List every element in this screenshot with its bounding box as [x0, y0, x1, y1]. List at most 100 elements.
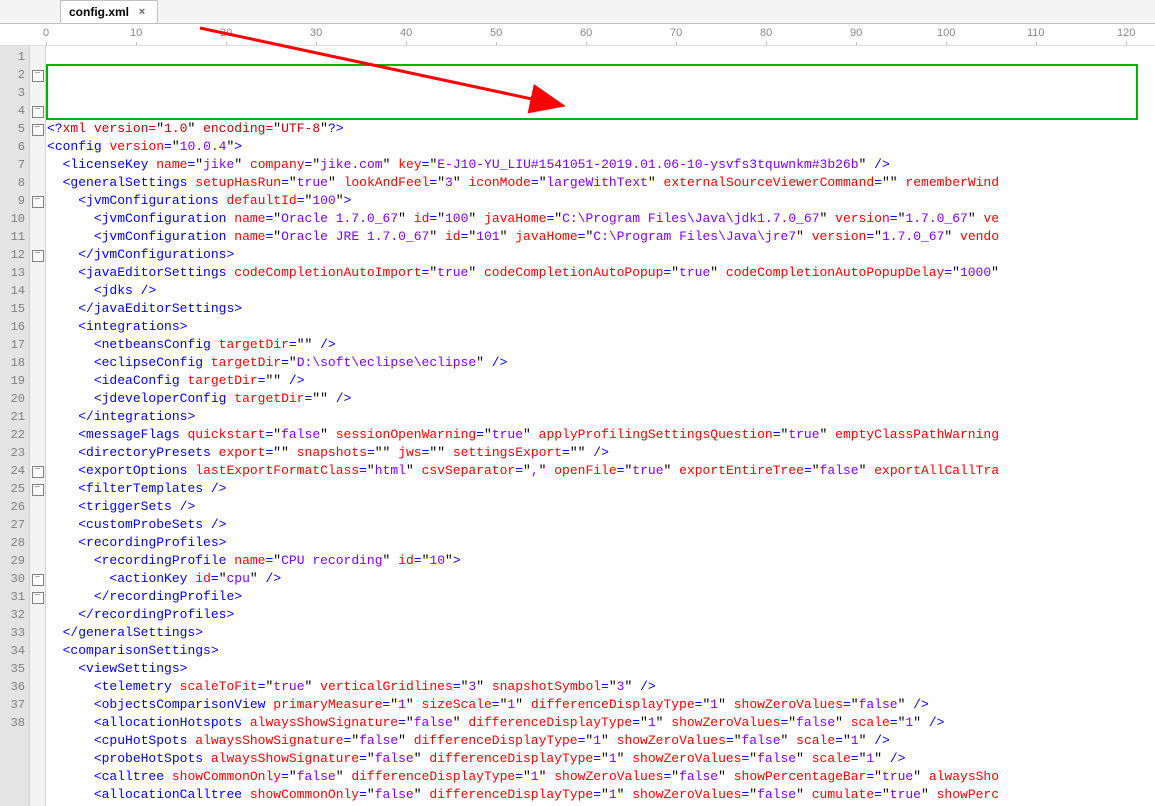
code-line[interactable]: <licenseKey name="jike" company="jike.co… — [47, 156, 1154, 174]
code-line[interactable]: <triggerSets /> — [47, 498, 1154, 516]
line-number: 25 — [0, 480, 25, 498]
code-line[interactable]: <jvmConfiguration name="Oracle 1.7.0_67"… — [47, 210, 1154, 228]
code-line[interactable]: <actionKey id="cpu" /> — [47, 570, 1154, 588]
fold-toggle-icon[interactable] — [30, 244, 45, 262]
line-number: 23 — [0, 444, 25, 462]
close-icon[interactable]: × — [135, 5, 149, 19]
code-line[interactable]: <viewSettings> — [47, 660, 1154, 678]
ruler-label: 20 — [220, 27, 232, 39]
ruler-label: 100 — [937, 27, 955, 39]
code-line[interactable]: <objectsComparisonView primaryMeasure="1… — [47, 696, 1154, 714]
code-line[interactable]: <customProbeSets /> — [47, 516, 1154, 534]
fold-toggle-icon[interactable] — [30, 568, 45, 586]
line-number: 22 — [0, 426, 25, 444]
code-line[interactable]: </integrations> — [47, 408, 1154, 426]
line-number: 1 — [0, 48, 25, 66]
ruler-label: 80 — [760, 27, 772, 39]
tab-bar: config.xml × — [0, 0, 1155, 24]
line-number: 4 — [0, 102, 25, 120]
ruler-label: 110 — [1027, 27, 1045, 39]
code-line[interactable]: <jdeveloperConfig targetDir="" /> — [47, 390, 1154, 408]
fold-spacer — [30, 712, 45, 730]
ruler-label: 0 — [43, 27, 49, 39]
fold-toggle-icon[interactable] — [30, 460, 45, 478]
fold-spacer — [30, 604, 45, 622]
ruler-label: 120 — [1117, 27, 1135, 39]
fold-toggle-icon[interactable] — [30, 100, 45, 118]
fold-spacer — [30, 208, 45, 226]
fold-spacer — [30, 334, 45, 352]
code-line[interactable]: <ideaConfig targetDir="" /> — [47, 372, 1154, 390]
line-number: 9 — [0, 192, 25, 210]
code-line[interactable]: <javaEditorSettings codeCompletionAutoIm… — [47, 264, 1154, 282]
ruler-label: 90 — [850, 27, 862, 39]
ruler-label: 10 — [130, 27, 142, 39]
line-number: 18 — [0, 354, 25, 372]
ruler-label: 50 — [490, 27, 502, 39]
fold-spacer — [30, 298, 45, 316]
ruler-label: 40 — [400, 27, 412, 39]
line-number: 3 — [0, 84, 25, 102]
line-number: 34 — [0, 642, 25, 660]
fold-spacer — [30, 46, 45, 64]
fold-column — [30, 46, 46, 806]
line-number: 20 — [0, 390, 25, 408]
code-line[interactable]: <?xml version="1.0" encoding="UTF-8"?> — [47, 120, 1154, 138]
fold-spacer — [30, 496, 45, 514]
code-line[interactable]: </generalSettings> — [47, 624, 1154, 642]
highlight-box — [46, 64, 1138, 120]
code-line[interactable]: <generalSettings setupHasRun="true" look… — [47, 174, 1154, 192]
fold-toggle-icon[interactable] — [30, 64, 45, 82]
code-line[interactable]: <jvmConfiguration name="Oracle JRE 1.7.0… — [47, 228, 1154, 246]
code-area[interactable]: <?xml version="1.0" encoding="UTF-8"?><c… — [46, 46, 1155, 806]
code-line[interactable]: <cpuHotSpots alwaysShowSignature="false"… — [47, 732, 1154, 750]
code-line[interactable]: </recordingProfiles> — [47, 606, 1154, 624]
code-line[interactable]: <telemetry scaleToFit="true" verticalGri… — [47, 678, 1154, 696]
fold-toggle-icon[interactable] — [30, 586, 45, 604]
code-line[interactable]: <comparisonSettings> — [47, 642, 1154, 660]
tab-config-xml[interactable]: config.xml × — [60, 0, 158, 23]
fold-spacer — [30, 406, 45, 424]
code-line[interactable]: <messageFlags quickstart="false" session… — [47, 426, 1154, 444]
code-line[interactable]: </javaEditorSettings> — [47, 300, 1154, 318]
line-number: 8 — [0, 174, 25, 192]
fold-spacer — [30, 316, 45, 334]
ruler-label: 30 — [310, 27, 322, 39]
code-line[interactable]: <recordingProfiles> — [47, 534, 1154, 552]
fold-toggle-icon[interactable] — [30, 478, 45, 496]
code-line[interactable]: <allocationCalltree showCommonOnly="fals… — [47, 786, 1154, 804]
code-line[interactable]: <jdks /> — [47, 282, 1154, 300]
code-line[interactable]: <allocationHotspots alwaysShowSignature=… — [47, 714, 1154, 732]
code-line[interactable]: <recordingProfile name="CPU recording" i… — [47, 552, 1154, 570]
code-line[interactable]: <config version="10.0.4"> — [47, 138, 1154, 156]
code-line[interactable]: <integrations> — [47, 318, 1154, 336]
code-line[interactable]: <filterTemplates /> — [47, 480, 1154, 498]
code-line[interactable]: </recordingProfile> — [47, 588, 1154, 606]
code-line[interactable]: </jvmConfigurations> — [47, 246, 1154, 264]
fold-spacer — [30, 370, 45, 388]
code-line[interactable]: <jvmConfigurations defaultId="100"> — [47, 192, 1154, 210]
code-line[interactable]: <directoryPresets export="" snapshots=""… — [47, 444, 1154, 462]
fold-toggle-icon[interactable] — [30, 190, 45, 208]
fold-spacer — [30, 640, 45, 658]
code-line[interactable]: <eclipseConfig targetDir="D:\soft\eclips… — [47, 354, 1154, 372]
line-number: 5 — [0, 120, 25, 138]
fold-spacer — [30, 532, 45, 550]
line-number: 21 — [0, 408, 25, 426]
line-number: 19 — [0, 372, 25, 390]
fold-spacer — [30, 154, 45, 172]
line-number: 13 — [0, 264, 25, 282]
line-number: 26 — [0, 498, 25, 516]
fold-toggle-icon[interactable] — [30, 118, 45, 136]
code-line[interactable]: <probeHotSpots alwaysShowSignature="fals… — [47, 750, 1154, 768]
line-number: 28 — [0, 534, 25, 552]
fold-spacer — [30, 226, 45, 244]
fold-spacer — [30, 694, 45, 712]
fold-spacer — [30, 442, 45, 460]
line-number: 38 — [0, 714, 25, 732]
code-line[interactable]: <exportOptions lastExportFormatClass="ht… — [47, 462, 1154, 480]
fold-spacer — [30, 514, 45, 532]
line-number: 32 — [0, 606, 25, 624]
fold-spacer — [30, 280, 45, 298]
code-line[interactable]: <netbeansConfig targetDir="" /> — [47, 336, 1154, 354]
